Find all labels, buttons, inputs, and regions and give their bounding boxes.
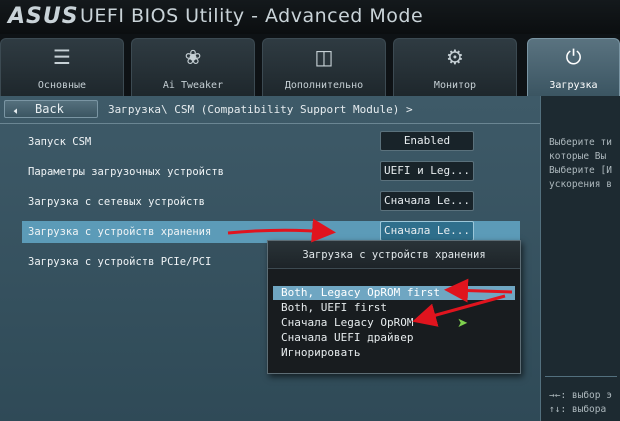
tab-main[interactable]: ☰ Основные	[0, 38, 124, 96]
tab-label: Загрузка	[549, 80, 598, 91]
nav-row: 🢐 Back Загрузка\ CSM (Compatibility Supp…	[0, 100, 540, 120]
help-line: ускорения в	[549, 179, 612, 190]
help-line: которые Вы	[549, 151, 607, 162]
setting-launch-csm[interactable]: Запуск CSM Enabled	[22, 131, 520, 153]
back-button[interactable]: 🢐 Back	[4, 100, 98, 118]
help-line: Выберите [И	[549, 165, 612, 176]
setting-label: Загрузка с устройств хранения	[28, 226, 212, 238]
popup-option[interactable]: Сначала Legacy OpROM	[273, 316, 515, 330]
app-title: UEFI BIOS Utility - Advanced Mode	[80, 5, 424, 27]
popup-title: Загрузка с устройств хранения	[268, 241, 520, 269]
help-panel: Выберите ти которые Вы Выберите [И ускор…	[540, 96, 620, 421]
setting-label: Загрузка с устройств PCIe/PCI	[28, 256, 212, 268]
asus-logo: ASUS	[8, 4, 79, 29]
tab-label: Монитор	[433, 80, 477, 91]
tab-boot[interactable]: ⏻ Загрузка	[527, 38, 620, 96]
tab-label: Ai Tweaker	[162, 80, 224, 91]
hint-select: →←: выбор э	[549, 390, 612, 401]
power-icon: ⏻	[565, 45, 582, 69]
fan-icon: ❀	[184, 45, 202, 69]
popup-option[interactable]: Both, UEFI first	[273, 301, 515, 315]
network-icon: ◫	[314, 45, 334, 69]
setting-boot-from-network[interactable]: Загрузка с сетевых устройств Сначала Le.…	[22, 191, 520, 213]
thermometer-gear-icon: ⚙	[446, 45, 464, 69]
help-line: Выберите ти	[549, 137, 612, 148]
nav-divider	[0, 123, 540, 124]
help-text: Выберите ти которые Вы Выберите [И ускор…	[549, 136, 612, 192]
popup-option[interactable]: Игнорировать	[273, 346, 515, 360]
setting-value[interactable]: Enabled	[380, 131, 474, 151]
tab-label: Дополнительно	[284, 80, 364, 91]
help-divider	[545, 376, 617, 377]
back-label: Back	[35, 102, 64, 116]
title-bar: ASUS UEFI BIOS Utility - Advanced Mode	[0, 0, 620, 34]
tab-advanced[interactable]: ◫ Дополнительно	[262, 38, 386, 96]
hint-choose: ↑↓: выбора	[549, 404, 607, 415]
setting-value[interactable]: UEFI и Leg...	[380, 161, 474, 181]
tab-label: Основные	[37, 80, 87, 91]
main-tabs: ☰ Основные ❀ Ai Tweaker ◫ Дополнительно …	[0, 38, 620, 96]
popup-option[interactable]: Сначала UEFI драйвер	[273, 331, 515, 345]
setting-value[interactable]: Сначала Le...	[380, 221, 474, 241]
setting-label: Загрузка с сетевых устройств	[28, 196, 206, 208]
list-icon: ☰	[53, 45, 71, 69]
tab-monitor[interactable]: ⚙ Монитор	[393, 38, 517, 96]
back-arrow-icon: 🢐	[13, 104, 18, 118]
setting-label: Параметры загрузочных устройств	[28, 166, 224, 178]
tab-ai-tweaker[interactable]: ❀ Ai Tweaker	[131, 38, 255, 96]
mouse-cursor-icon: ➤	[457, 316, 468, 331]
storage-boot-popup: Загрузка с устройств хранения Both, Lega…	[267, 240, 521, 374]
setting-value[interactable]: Сначала Le...	[380, 191, 474, 211]
popup-option[interactable]: Both, Legacy OpROM first	[273, 286, 515, 300]
setting-boot-device-control[interactable]: Параметры загрузочных устройств UEFI и L…	[22, 161, 520, 183]
breadcrumb: Загрузка\ CSM (Compatibility Support Mod…	[108, 103, 413, 116]
setting-label: Запуск CSM	[28, 136, 92, 148]
